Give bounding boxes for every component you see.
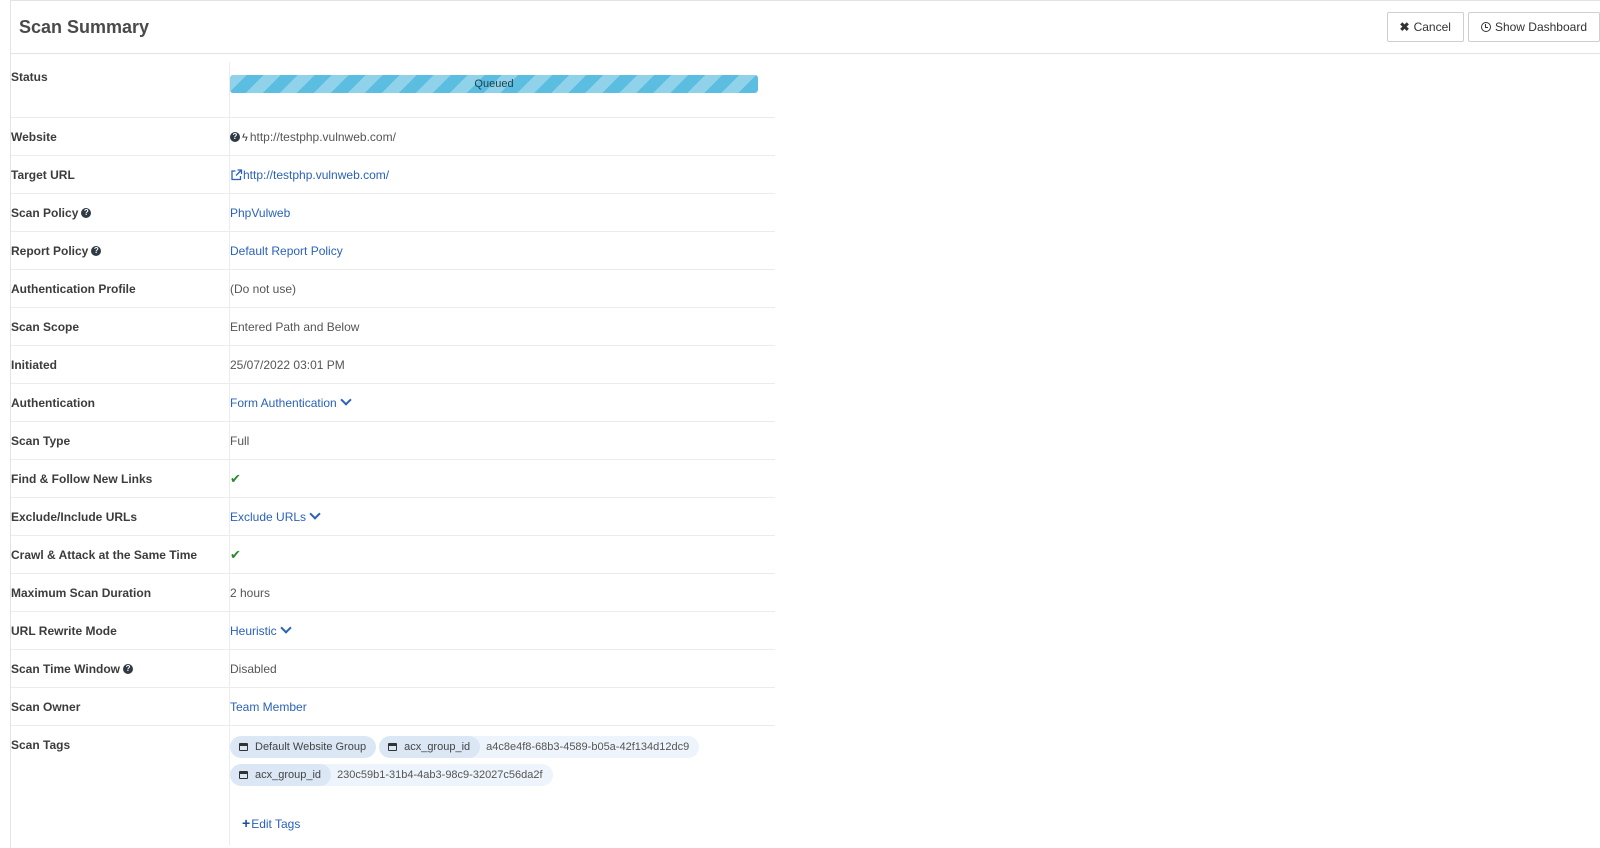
table-row: Maximum Scan Duration 2 hours <box>11 573 775 612</box>
dashboard-label: Show Dashboard <box>1494 20 1587 34</box>
external-link-icon <box>231 169 243 181</box>
table-row: Status Queued <box>11 62 775 118</box>
panel-header: Scan Summary ✖ Cancel Show Dashboard <box>11 1 1600 54</box>
edit-tags-label: Edit Tags <box>251 817 301 831</box>
table-row: Authentication Form Authentication <box>11 383 775 422</box>
row-label: Scan Time Window <box>11 661 121 676</box>
window-icon <box>388 743 398 751</box>
tag-chip[interactable]: Default Website Group <box>230 736 377 758</box>
url-rewrite-value: Heuristic <box>230 623 277 638</box>
window-icon <box>239 743 248 751</box>
authentication-dropdown[interactable]: Form Authentication <box>230 393 352 410</box>
initiated-value: 25/07/2022 03:01 PM <box>229 345 775 384</box>
target-url-link[interactable]: http://testphp.vulnweb.com/ <box>230 168 389 182</box>
exclude-urls-value: Exclude URLs <box>230 509 307 524</box>
plus-icon: + <box>242 815 251 831</box>
check-icon: ✔ <box>230 546 241 562</box>
table-row: Website ? ϟ http://testphp.vulnweb.com/ <box>11 117 775 156</box>
question-circle-icon[interactable]: ? <box>123 664 134 675</box>
url-rewrite-dropdown[interactable]: Heuristic <box>230 621 292 638</box>
scan-type-value: Full <box>229 421 775 460</box>
table-row: Exclude/Include URLs Exclude URLs <box>11 497 775 536</box>
chevron-down-icon <box>280 621 292 634</box>
authentication-value: Form Authentication <box>230 395 337 410</box>
row-label: Scan Tags <box>11 725 230 845</box>
table-row: Report Policy? Default Report Policy <box>11 231 775 270</box>
table-row: Scan Owner Team Member <box>11 687 775 726</box>
row-label: Report Policy <box>11 243 89 258</box>
table-row: Find & Follow New Links ✔ <box>11 459 775 498</box>
scan-policy-link[interactable]: PhpVulweb <box>230 206 290 220</box>
auth-profile-value: (Do not use) <box>229 269 775 308</box>
table-row: Scan Scope Entered Path and Below <box>11 307 775 346</box>
row-label: URL Rewrite Mode <box>11 611 230 650</box>
table-row: Crawl & Attack at the Same Time ✔ <box>11 535 775 574</box>
page-title: Scan Summary <box>19 17 150 37</box>
clock-icon <box>1480 22 1491 32</box>
table-row: Target URL http://testphp.vulnweb.com/ <box>11 155 775 194</box>
tag-chip[interactable]: acx_group_id a4c8e4f8-68b3-4589-b05a-42f… <box>379 736 700 758</box>
table-row: Scan Tags Default Website Group acx_grou… <box>11 725 775 845</box>
tag-chip[interactable]: acx_group_id 230c59b1-31b4-4ab3-98c9-320… <box>230 764 553 786</box>
row-label: Status <box>11 62 230 118</box>
tag-value: 230c59b1-31b4-4ab3-98c9-32027c56da2f <box>337 769 543 781</box>
row-label: Authentication Profile <box>11 269 230 308</box>
chevron-down-icon <box>309 507 321 520</box>
row-label: Initiated <box>11 345 230 384</box>
check-icon: ✔ <box>230 470 241 486</box>
question-circle-icon[interactable]: ? <box>91 246 102 257</box>
header-actions: ✖ Cancel Show Dashboard <box>1386 12 1600 42</box>
row-label: Maximum Scan Duration <box>11 573 230 612</box>
status-progress-bar: Queued <box>230 75 758 93</box>
time-window-value: Disabled <box>229 649 775 688</box>
scan-scope-value: Entered Path and Below <box>229 307 775 346</box>
row-label: Scan Scope <box>11 307 230 346</box>
row-label: Exclude/Include URLs <box>11 497 230 536</box>
row-label: Scan Policy <box>11 205 79 220</box>
table-row: Scan Policy? PhpVulweb <box>11 193 775 232</box>
row-label: Target URL <box>11 155 230 194</box>
question-circle-icon[interactable]: ? <box>230 132 240 143</box>
exclude-urls-dropdown[interactable]: Exclude URLs <box>230 507 321 524</box>
question-circle-icon[interactable]: ? <box>81 208 92 219</box>
table-row: Authentication Profile (Do not use) <box>11 269 775 308</box>
scan-owner-link[interactable]: Team Member <box>230 700 307 714</box>
table-row: URL Rewrite Mode Heuristic <box>11 611 775 650</box>
tag-row: acx_group_id 230c59b1-31b4-4ab3-98c9-320… <box>230 764 775 786</box>
max-duration-value: 2 hours <box>229 573 775 612</box>
tag-value: a4c8e4f8-68b3-4589-b05a-42f134d12dc9 <box>486 741 690 753</box>
scan-summary-panel: Scan Summary ✖ Cancel Show Dashboard Sta… <box>10 0 1600 848</box>
row-label: Authentication <box>11 383 230 422</box>
target-url-text: http://testphp.vulnweb.com/ <box>243 167 390 182</box>
x-icon: ✖ <box>1399 20 1410 34</box>
tag-key: acx_group_id <box>255 769 322 781</box>
row-label: Scan Type <box>11 421 230 460</box>
show-dashboard-button[interactable]: Show Dashboard <box>1467 12 1600 42</box>
table-row: Scan Type Full <box>11 421 775 460</box>
window-icon <box>239 771 248 779</box>
row-label: Crawl & Attack at the Same Time <box>11 535 230 574</box>
row-label: Website <box>11 117 230 156</box>
cancel-button[interactable]: ✖ Cancel <box>1386 12 1464 42</box>
chevron-down-icon <box>340 393 352 406</box>
tag-row: Default Website Group acx_group_id a4c8e… <box>230 736 775 758</box>
website-value: http://testphp.vulnweb.com/ <box>249 129 396 144</box>
report-policy-link[interactable]: Default Report Policy <box>230 244 343 258</box>
row-label: Scan Owner <box>11 687 230 726</box>
tag-key: acx_group_id <box>404 741 471 753</box>
table-row: Scan Time Window? Disabled <box>11 649 775 688</box>
bolt-icon: ϟ <box>242 131 248 144</box>
table-row: Initiated 25/07/2022 03:01 PM <box>11 345 775 384</box>
edit-tags-button[interactable]: +Edit Tags <box>242 815 300 831</box>
summary-table: Status Queued Website ? ϟ http://testphp.v… <box>11 62 775 845</box>
row-label: Find & Follow New Links <box>11 459 230 498</box>
cancel-label: Cancel <box>1413 20 1451 34</box>
tag-key: Default Website Group <box>255 741 367 753</box>
